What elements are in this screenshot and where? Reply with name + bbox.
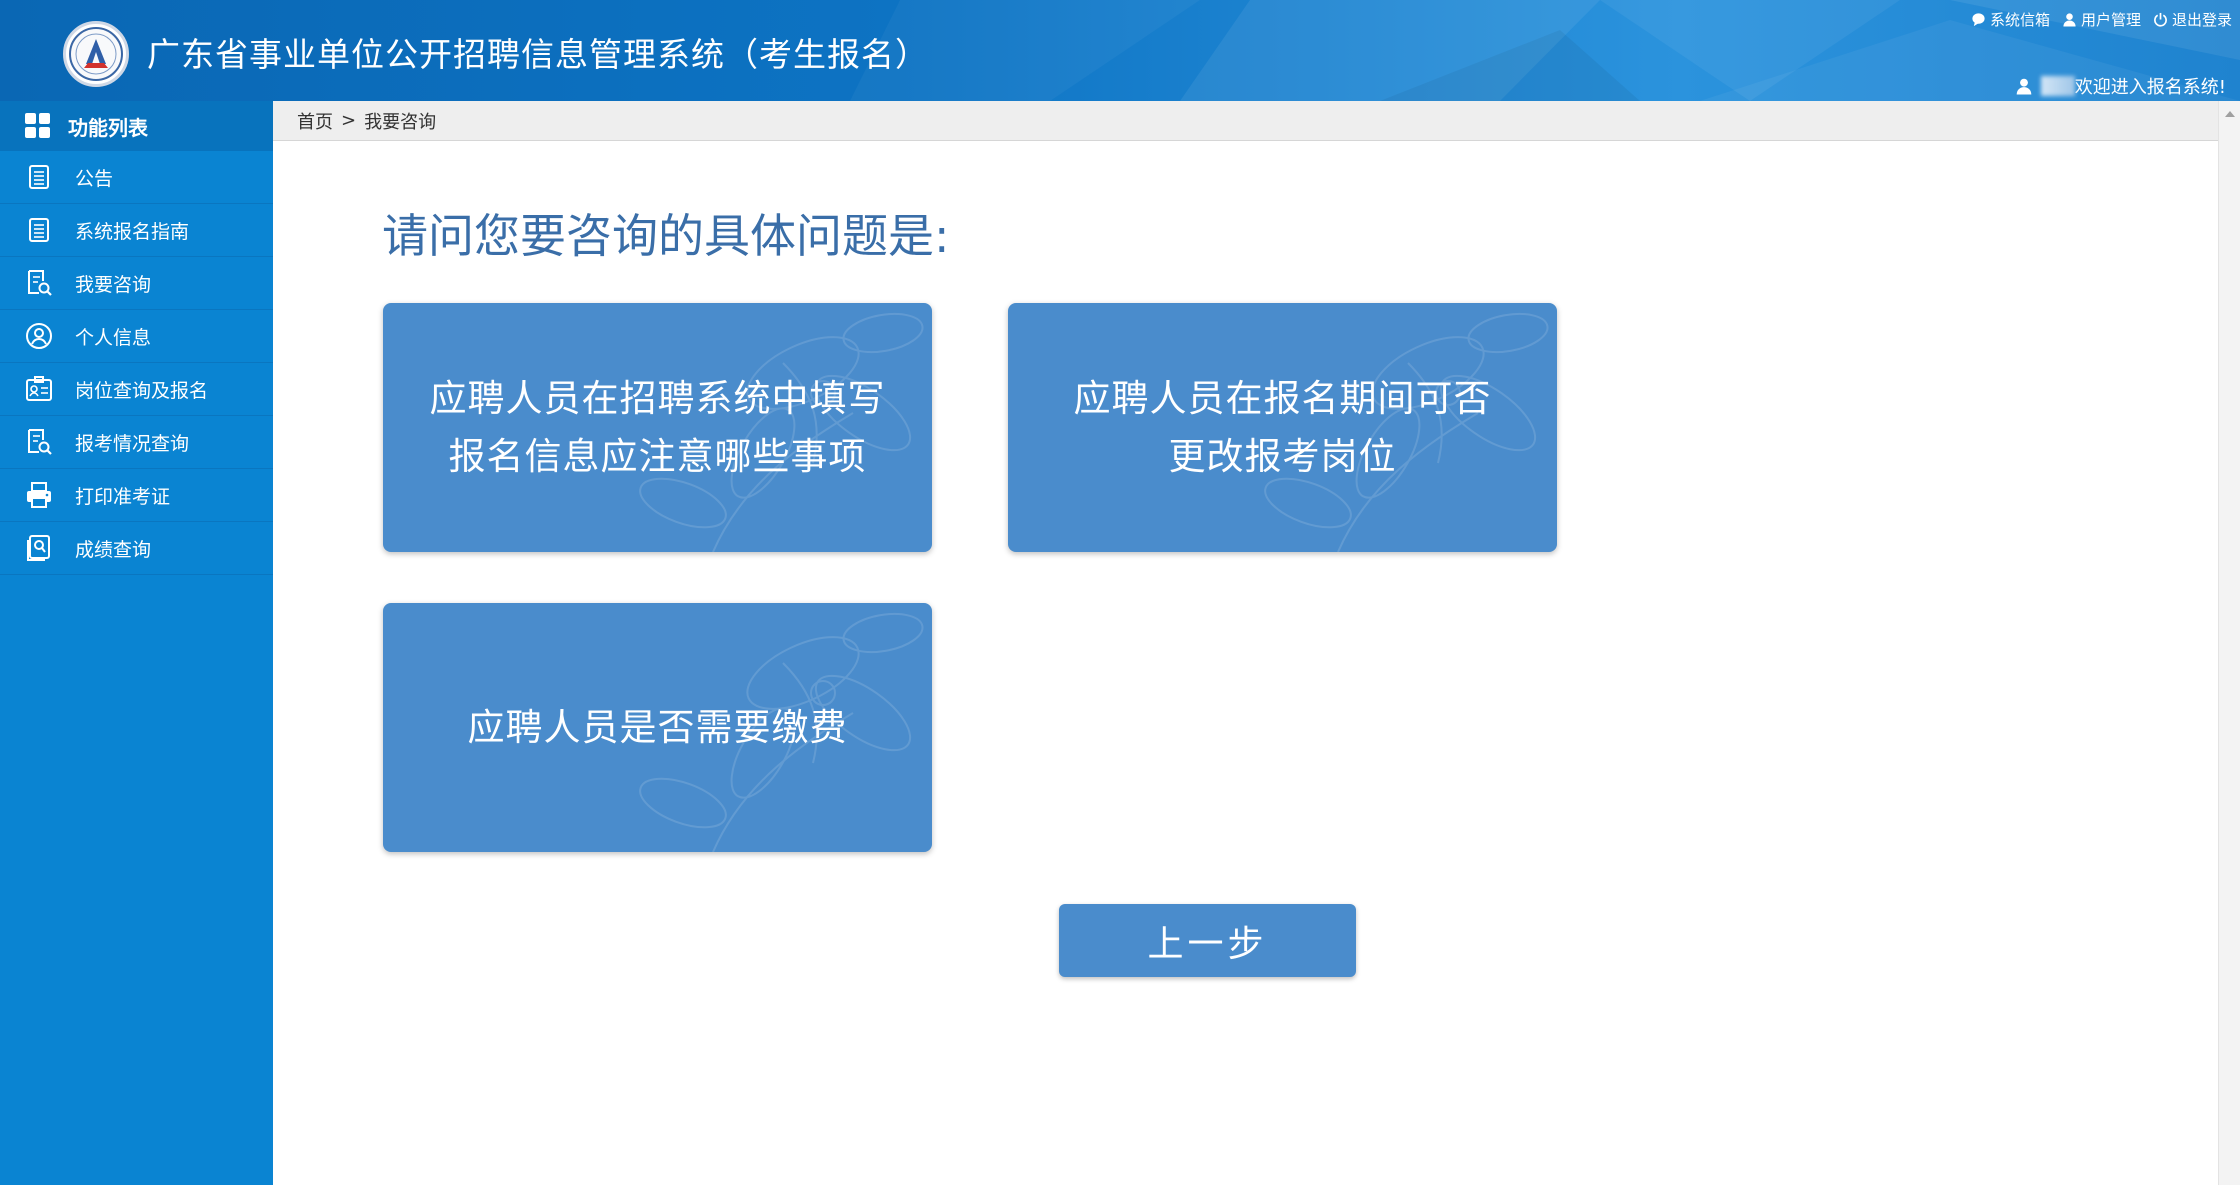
sidebar-item-print-admission[interactable]: 打印准考证	[0, 469, 273, 522]
id-card-icon	[25, 375, 53, 403]
welcome-text: 欢迎进入报名系统!	[2074, 77, 2226, 98]
user-avatar-icon	[2016, 78, 2032, 95]
printer-icon	[25, 481, 53, 509]
breadcrumb-home[interactable]: 首页	[297, 108, 333, 134]
logout-link-label: 退出登录	[2171, 11, 2232, 29]
sidebar-item-label: 打印准考证	[75, 485, 171, 508]
breadcrumb-separator: >	[341, 110, 357, 131]
redacted-username	[2040, 76, 2075, 96]
sidebar-item-consult[interactable]: 我要咨询	[0, 257, 273, 310]
sidebar-item-label: 报考情况查询	[75, 432, 190, 455]
person-circle-icon	[25, 322, 53, 350]
document-icon	[25, 163, 53, 191]
sidebar-item-score-query[interactable]: 成绩查询	[0, 522, 273, 575]
breadcrumb-current: 我要咨询	[364, 111, 437, 133]
sidebar-heading: 功能列表	[0, 101, 273, 151]
user-management-link-label: 用户管理	[2080, 11, 2141, 29]
scroll-up-arrow-icon[interactable]	[2225, 111, 2235, 117]
sidebar-item-label: 我要咨询	[75, 273, 152, 296]
breadcrumb: 首页 > 我要咨询	[273, 101, 2218, 141]
sidebar-item-label: 公告	[75, 167, 114, 190]
card-text: 应聘人员在招聘系统中填写 报名信息应注意哪些事项	[429, 376, 886, 478]
grid-icon	[25, 113, 50, 138]
sidebar-item-position-query[interactable]: 岗位查询及报名	[0, 363, 273, 416]
card-text: 应聘人员在报名期间可否 更改报考岗位	[1073, 376, 1492, 478]
sidebar-item-label: 成绩查询	[75, 538, 152, 561]
organization-logo	[63, 21, 129, 87]
sidebar-item-status-query[interactable]: 报考情况查询	[0, 416, 273, 469]
user-icon	[2063, 13, 2076, 27]
app-title: 广东省事业单位公开招聘信息管理系统（考生报名）	[147, 35, 929, 74]
sidebar-item-label: 个人信息	[75, 326, 152, 349]
sidebar-item-label: 岗位查询及报名	[75, 379, 209, 402]
vertical-scrollbar[interactable]	[2218, 101, 2240, 1185]
power-icon	[2154, 12, 2167, 27]
sidebar: 功能列表 公告 系统报名指南 我要咨询 个人信息 岗位查询及报名 报考情况查询 …	[0, 101, 273, 1185]
search-document-icon	[25, 428, 53, 456]
document-icon	[25, 216, 53, 244]
mailbox-link-label: 系统信箱	[1989, 11, 2050, 29]
user-management-link[interactable]: 用户管理	[2062, 9, 2141, 30]
search-document-icon	[25, 269, 53, 297]
welcome-message: 欢迎进入报名系统!	[2015, 73, 2226, 99]
sidebar-item-announcement[interactable]: 公告	[0, 151, 273, 204]
sidebar-item-guide[interactable]: 系统报名指南	[0, 204, 273, 257]
card-text: 应聘人员是否需要缴费	[467, 705, 848, 749]
question-heading: 请问您要咨询的具体问题是:	[382, 209, 950, 263]
consult-card-registration-notes[interactable]: 应聘人员在招聘系统中填写 报名信息应注意哪些事项	[383, 303, 932, 552]
consult-card-change-position[interactable]: 应聘人员在报名期间可否 更改报考岗位	[1008, 303, 1557, 552]
sidebar-item-label: 系统报名指南	[75, 220, 190, 243]
mailbox-link[interactable]: 系统信箱	[1971, 9, 2050, 30]
message-icon	[1972, 13, 1985, 27]
consult-card-fees[interactable]: 应聘人员是否需要缴费	[383, 603, 932, 852]
back-button[interactable]: 上一步	[1059, 904, 1356, 977]
app-header: 广东省事业单位公开招聘信息管理系统（考生报名） 系统信箱 用户管理 退出登录 欢…	[0, 0, 2240, 101]
logout-link[interactable]: 退出登录	[2153, 9, 2232, 30]
sidebar-item-personal-info[interactable]: 个人信息	[0, 310, 273, 363]
top-links: 系统信箱 用户管理 退出登录	[1971, 9, 2232, 30]
score-icon	[25, 534, 53, 562]
sidebar-heading-label: 功能列表	[68, 115, 148, 140]
